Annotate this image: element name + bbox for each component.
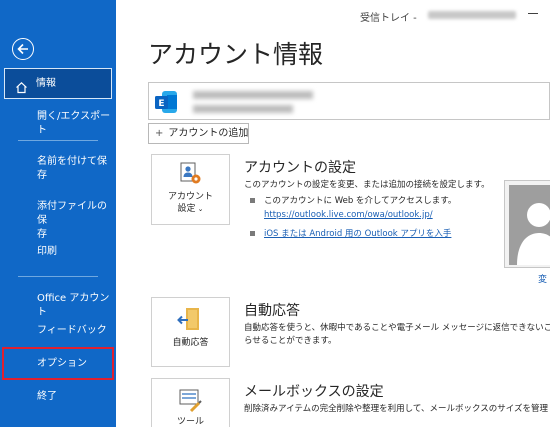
bullet-text: このアカウントに Web を介してアクセスします。 xyxy=(264,196,457,206)
owa-link[interactable]: https://outlook.live.com/owa/outlook.jp/ xyxy=(264,210,433,220)
sidebar-item-label: フィードバック xyxy=(37,325,107,336)
tile-label: 設定 xyxy=(177,204,196,214)
bullet-icon xyxy=(250,198,255,203)
home-icon xyxy=(15,77,28,106)
profile-picture xyxy=(504,180,550,268)
section-title: アカウントの設定 xyxy=(244,160,356,176)
sidebar-item-feedback[interactable]: フィードバック xyxy=(0,324,116,338)
tile-label: 自動応答 xyxy=(172,338,209,348)
svg-text:E: E xyxy=(158,99,164,109)
exchange-icon: E xyxy=(153,89,179,115)
sidebar-item-exit[interactable]: 終了 xyxy=(0,390,116,404)
account-settings-icon xyxy=(179,161,203,191)
sidebar-item-label: 情報 xyxy=(36,78,56,89)
add-account-label: アカウントの追加 xyxy=(168,128,249,139)
sidebar-item-open-export[interactable]: 開く/エクスポート xyxy=(0,110,116,138)
mobile-app-link[interactable]: iOS または Android 用の Outlook アプリを入手 xyxy=(264,227,451,239)
automatic-replies-icon xyxy=(177,306,203,338)
account-name-redacted xyxy=(193,91,313,99)
bullet-icon xyxy=(250,231,255,236)
tile-label-line2: 設定 ⌄ xyxy=(152,204,229,215)
sidebar-item-save-as[interactable]: 名前を付けて保 存 xyxy=(0,155,116,183)
window-title: 受信トレイ - xyxy=(360,13,417,24)
sidebar-item-save-attachments[interactable]: 添付ファイルの保 存 xyxy=(0,200,116,242)
minimize-icon[interactable] xyxy=(528,8,538,18)
section-title: メールボックスの設定 xyxy=(244,384,384,400)
sidebar-item-label: 添付ファイルの保 xyxy=(37,201,107,226)
section-description: 自動応答を使うと、休暇中であることや電子メール メッセージに返信できないこと xyxy=(244,323,550,333)
chevron-down-icon: ⌄ xyxy=(195,205,204,213)
tile-label: アカウント xyxy=(167,192,213,202)
sidebar-divider xyxy=(18,276,98,277)
tile-label: ツール xyxy=(176,417,204,427)
sidebar-item-label: 名前を付けて保 xyxy=(37,156,107,167)
sidebar-item-label: 開く/エクスポート xyxy=(37,111,111,136)
sidebar-item-label: 印刷 xyxy=(37,246,57,257)
sidebar-item-print[interactable]: 印刷 xyxy=(0,245,116,259)
options-highlight-box xyxy=(2,347,114,380)
plus-icon: + xyxy=(155,128,164,139)
account-settings-tile[interactable]: アカウント 設定 ⌄ xyxy=(151,154,230,225)
account-email-redacted xyxy=(193,105,293,113)
window-title-redacted xyxy=(428,11,516,19)
sidebar-item-label: Office アカウント xyxy=(37,293,110,318)
sidebar-item-label: 存 xyxy=(37,170,47,181)
automatic-replies-tile[interactable]: 自動応答 xyxy=(151,297,230,367)
section-description: このアカウントの設定を変更、または追加の接続を設定します。 xyxy=(244,180,490,190)
add-account-button[interactable]: + アカウントの追加 xyxy=(148,123,249,144)
section-description: らせることができます。 xyxy=(244,336,337,346)
sidebar-item-label: 終了 xyxy=(37,391,57,402)
change-photo-link[interactable]: 変 xyxy=(538,272,547,285)
sidebar-item-office-account[interactable]: Office アカウント xyxy=(0,292,116,320)
back-arrow-icon[interactable] xyxy=(12,38,34,60)
page-title: アカウント情報 xyxy=(148,40,324,69)
avatar-icon xyxy=(517,203,550,265)
account-selector[interactable]: E xyxy=(148,82,550,120)
sidebar-item-label: 存 xyxy=(37,229,47,240)
section-title: 自動応答 xyxy=(244,303,300,319)
sidebar-divider xyxy=(18,140,98,141)
sidebar-item-info[interactable]: 情報 xyxy=(4,68,112,99)
mailbox-tools-icon xyxy=(177,387,203,417)
tools-tile[interactable]: ツール xyxy=(151,378,230,427)
section-description: 削除済みアイテムの完全削除や整理を利用して、メールボックスのサイズを管理し xyxy=(244,404,550,414)
